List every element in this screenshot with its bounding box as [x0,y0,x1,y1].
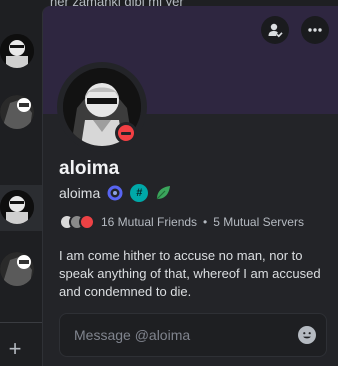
hypesquad-balance-icon[interactable] [106,184,124,202]
status-indicator [115,122,137,144]
mutual-servers[interactable]: 5 Mutual Servers [213,215,304,229]
profile-popout: aloima aloima # 16 Mutual Friends • 5 Mu… [42,6,338,366]
sidebar-divider [0,322,44,323]
message-input[interactable] [74,327,298,343]
separator: • [203,215,208,229]
username: aloima [59,185,101,201]
left-column: + [0,0,44,366]
emoji-icon[interactable] [298,326,316,344]
list-avatar[interactable] [0,95,34,129]
list-avatar[interactable] [0,190,34,224]
add-friend-icon [268,23,283,38]
list-avatar[interactable] [0,34,34,68]
add-button[interactable]: + [4,338,26,360]
username-row: aloima # [59,184,172,202]
message-box[interactable] [59,313,327,357]
list-avatar[interactable] [0,252,34,286]
avatar [79,214,95,230]
leaf-icon[interactable] [154,184,172,202]
dnd-status-icon [118,125,134,141]
mutual-avatars [59,214,95,230]
more-dots-icon [308,28,322,32]
display-name: aloima [59,158,120,179]
hash-icon[interactable]: # [130,184,149,202]
mutual-row[interactable]: 16 Mutual Friends • 5 Mutual Servers [59,214,304,230]
mutual-friends[interactable]: 16 Mutual Friends [101,215,197,229]
app-root: ner zamanki gibi mi yer + aloima aloima … [0,0,338,366]
add-friend-button[interactable] [261,16,289,44]
more-options-button[interactable] [301,16,329,44]
profile-bio: I am come hither to accuse no man, nor t… [59,248,321,299]
